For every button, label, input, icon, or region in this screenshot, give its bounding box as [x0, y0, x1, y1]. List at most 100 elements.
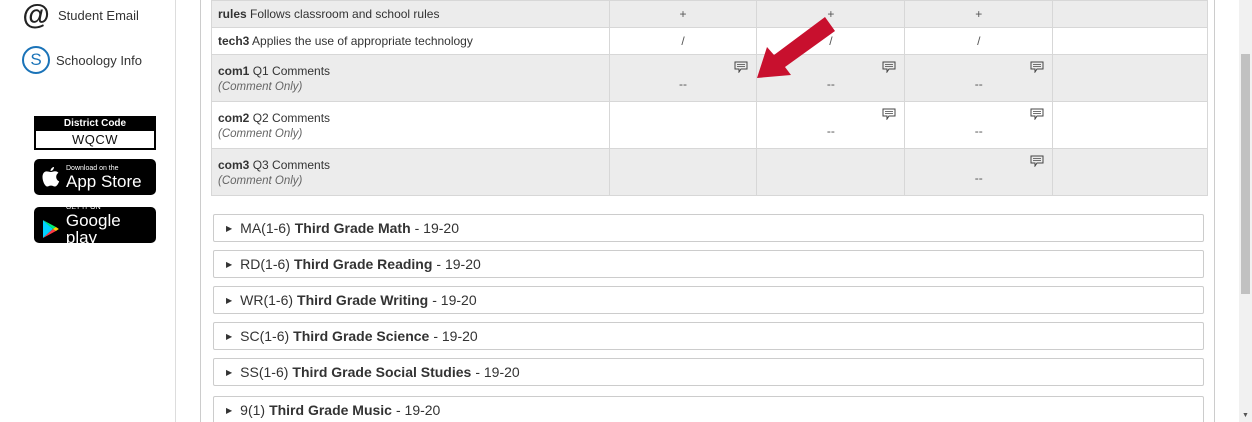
- course-section-writing[interactable]: ▶ WR(1-6) Third Grade Writing - 19-20: [213, 286, 1204, 314]
- comment-icon[interactable]: [1030, 108, 1044, 120]
- course-title: Third Grade Reading: [293, 256, 433, 272]
- comment-icon[interactable]: [1030, 155, 1044, 167]
- google-play-badge[interactable]: GET IT ON Google play: [34, 204, 156, 247]
- course-section-music[interactable]: ▶ 9(1) Third Grade Music - 19-20: [213, 396, 1204, 422]
- comment-icon[interactable]: [882, 61, 896, 73]
- vertical-scrollbar[interactable]: ▼: [1239, 0, 1252, 422]
- table-row: tech3 Applies the use of appropriate tec…: [211, 27, 1208, 55]
- district-code-header: District Code: [36, 118, 154, 131]
- standard-description: tech3 Applies the use of appropriate tec…: [211, 27, 610, 55]
- table-row: com3 Q3 Comments (Comment Only) --: [211, 148, 1208, 196]
- schoology-info-label: Schoology Info: [56, 52, 143, 68]
- course-section-science[interactable]: ▶ SC(1-6) Third Grade Science - 19-20: [213, 322, 1204, 350]
- google-play-small-text: GET IT ON: [65, 204, 101, 211]
- course-section-reading[interactable]: ▶ RD(1-6) Third Grade Reading - 19-20: [213, 250, 1204, 278]
- q1-cell: [608, 148, 758, 196]
- course-title: Third Grade Science: [293, 328, 430, 344]
- expand-triangle-icon: ▶: [226, 259, 233, 269]
- course-year: - 19-20: [395, 402, 441, 418]
- comment-only-note: (Comment Only): [218, 80, 303, 93]
- q1-cell: /: [608, 27, 758, 55]
- q2-mark: --: [826, 124, 835, 138]
- at-sign-icon: @: [22, 0, 50, 30]
- red-arrow-annotation: [757, 17, 835, 78]
- table-row: com2 Q2 Comments (Comment Only) -- --: [211, 101, 1208, 149]
- comment-only-note: (Comment Only): [218, 127, 303, 140]
- standard-text: Q3 Comments: [252, 157, 331, 172]
- course-section-math[interactable]: ▶ MA(1-6) Third Grade Math - 19-20: [213, 214, 1204, 242]
- table-row: rules Follows classroom and school rules…: [211, 0, 1208, 28]
- q3-mark: --: [974, 171, 983, 185]
- standard-description: rules Follows classroom and school rules: [211, 0, 610, 28]
- main-panel: rules Follows classroom and school rules…: [200, 0, 1215, 422]
- standard-code: com1: [218, 63, 250, 78]
- student-email-label: Student Email: [58, 7, 139, 23]
- comment-only-note: (Comment Only): [218, 174, 303, 187]
- q3-mark: --: [974, 77, 983, 91]
- standard-description: com1 Q1 Comments (Comment Only): [211, 54, 610, 102]
- standard-code: com3: [218, 157, 250, 172]
- course-code: WR(1-6): [240, 292, 294, 308]
- q2-cell: [756, 148, 906, 196]
- course-title: Third Grade Math: [294, 220, 411, 236]
- course-section-social-studies[interactable]: ▶ SS(1-6) Third Grade Social Studies - 1…: [213, 358, 1204, 386]
- scroll-thumb[interactable]: [1241, 54, 1250, 294]
- q3-cell: --: [904, 101, 1054, 149]
- standard-text: Applies the use of appropriate technolog…: [252, 34, 473, 48]
- q3-cell: --: [904, 148, 1054, 196]
- course-title: Third Grade Music: [269, 402, 392, 418]
- empty-cell: [1052, 27, 1208, 55]
- expand-triangle-icon: ▶: [226, 223, 233, 233]
- scroll-down-arrow-icon[interactable]: ▼: [1241, 411, 1250, 420]
- sidebar: @ Student Email S Schoology Info Distric…: [0, 0, 176, 422]
- expand-triangle-icon: ▶: [226, 295, 233, 305]
- student-email-link[interactable]: @ Student Email: [22, 0, 139, 30]
- q2-cell: --: [756, 101, 906, 149]
- expand-triangle-icon: ▶: [226, 367, 233, 377]
- empty-cell: [1052, 101, 1208, 149]
- q3-cell: +: [904, 0, 1054, 28]
- comment-icon[interactable]: [734, 61, 748, 73]
- schoology-info-link[interactable]: S Schoology Info: [22, 46, 142, 74]
- table-row: com1 Q1 Comments (Comment Only) -- -- --: [211, 54, 1208, 102]
- standard-description: com2 Q2 Comments (Comment Only): [211, 101, 610, 149]
- course-code: 9(1): [240, 402, 266, 418]
- comment-icon[interactable]: [1030, 61, 1044, 73]
- standard-code: rules: [218, 7, 247, 21]
- standard-text: Q1 Comments: [252, 63, 331, 78]
- district-code-box: District Code WQCW: [34, 116, 156, 150]
- q1-cell: --: [608, 54, 758, 102]
- app-store-small-text: Download on the: [66, 164, 119, 172]
- app-store-badge[interactable]: Download on the App Store: [34, 159, 156, 195]
- standard-code: tech3: [218, 34, 250, 48]
- course-year: - 19-20: [436, 256, 481, 272]
- expand-triangle-icon: ▶: [226, 405, 233, 415]
- q1-mark: +: [679, 7, 687, 21]
- expand-triangle-icon: ▶: [226, 331, 233, 341]
- q1-cell: [608, 101, 758, 149]
- google-play-big-text: Google play: [65, 211, 121, 247]
- empty-cell: [1052, 148, 1208, 196]
- empty-cell: [1052, 54, 1208, 102]
- q1-mark: --: [679, 77, 688, 91]
- course-code: MA(1-6): [240, 220, 291, 236]
- q3-mark: +: [975, 7, 983, 21]
- course-year: - 19-20: [433, 328, 478, 344]
- q3-mark: /: [977, 34, 981, 48]
- standard-description: com3 Q3 Comments (Comment Only): [211, 148, 610, 196]
- course-year: - 19-20: [432, 292, 477, 308]
- standard-code: com2: [218, 110, 250, 125]
- q1-mark: /: [681, 34, 685, 48]
- course-code: SS(1-6): [240, 364, 289, 380]
- standards-table: rules Follows classroom and school rules…: [211, 0, 1208, 196]
- empty-cell: [1052, 0, 1208, 28]
- course-code: SC(1-6): [240, 328, 290, 344]
- comment-icon[interactable]: [882, 108, 896, 120]
- district-code-value: WQCW: [71, 132, 119, 147]
- q3-cell: --: [904, 54, 1054, 102]
- course-title: Third Grade Writing: [297, 292, 429, 308]
- course-title: Third Grade Social Studies: [292, 364, 472, 380]
- q3-cell: /: [904, 27, 1054, 55]
- course-code: RD(1-6): [240, 256, 290, 272]
- schoology-icon: S: [22, 46, 50, 74]
